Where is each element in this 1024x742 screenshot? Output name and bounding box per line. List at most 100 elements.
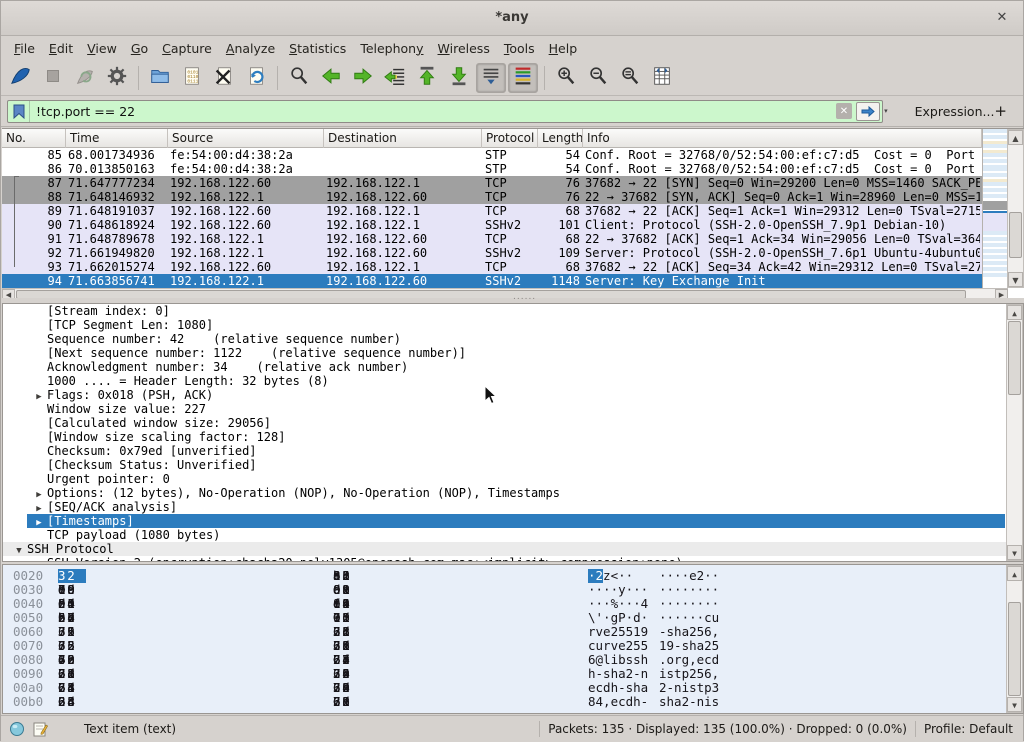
save-file-button[interactable]: 010101100111	[177, 63, 207, 93]
hex-row-0060[interactable]: 006072 76 65 32 35 35 31 392d 73 68 61 3…	[3, 625, 1023, 639]
scroll-down-icon[interactable]: ▼	[1008, 272, 1023, 287]
column-header-source[interactable]: Source	[168, 129, 324, 148]
detail-row-12[interactable]: Urgent pointer: 0	[3, 472, 1023, 486]
find-packet-button[interactable]	[284, 63, 314, 93]
menu-item-help[interactable]: Help	[542, 38, 585, 59]
packet-row-86[interactable]: 8670.013850163fe:54:00:d4:38:2aSTP54Conf…	[2, 162, 982, 176]
close-window-button[interactable]: ✕	[993, 9, 1011, 27]
scroll-thumb[interactable]	[1009, 212, 1022, 258]
detail-row-2[interactable]: Sequence number: 42 (relative sequence n…	[3, 332, 1023, 346]
menu-item-go[interactable]: Go	[124, 38, 155, 59]
scroll-down-icon[interactable]: ▼	[1007, 697, 1022, 712]
packet-row-88[interactable]: 8871.648146932192.168.122.1192.168.122.6…	[2, 190, 982, 204]
detail-row-14[interactable]: ▶[SEQ/ACK analysis]	[3, 500, 1023, 514]
details-vscrollbar[interactable]: ▲ ▼	[1006, 304, 1023, 561]
column-header-time[interactable]: Time	[66, 129, 168, 148]
hex-row-0070[interactable]: 007063 75 72 76 65 32 35 3531 39 2d 73 6…	[3, 639, 1023, 653]
column-header-no[interactable]: No.	[2, 129, 66, 148]
filter-history-dropdown[interactable]: ▾	[883, 100, 889, 123]
detail-row-16[interactable]: TCP payload (1080 bytes)	[3, 528, 1023, 542]
capture-comment-icon[interactable]	[33, 721, 48, 737]
scroll-down-icon[interactable]: ▼	[1007, 545, 1022, 560]
profile-status[interactable]: Profile: Default	[924, 722, 1013, 736]
bytes-vscrollbar[interactable]: ▲ ▼	[1006, 565, 1023, 713]
expression-button[interactable]: Expression...	[915, 104, 995, 119]
go-to-packet-button[interactable]	[380, 63, 410, 93]
detail-row-9[interactable]: [Window size scaling factor: 128]	[3, 430, 1023, 444]
intelligent-scrollbar-minimap[interactable]	[982, 129, 1008, 288]
display-filter-input[interactable]	[30, 104, 836, 119]
menu-item-analyze[interactable]: Analyze	[219, 38, 282, 59]
detail-row-15[interactable]: ▶[Timestamps]	[3, 514, 1023, 528]
auto-scroll-button[interactable]	[476, 63, 506, 93]
packet-row-92[interactable]: 9271.661949820192.168.122.1192.168.122.6…	[2, 246, 982, 260]
menu-item-tools[interactable]: Tools	[497, 38, 542, 59]
packet-row-93[interactable]: 9371.662015274192.168.122.60192.168.122.…	[2, 260, 982, 274]
scroll-up-icon[interactable]: ▲	[1007, 566, 1022, 581]
expander-collapsed-icon[interactable]: ▶	[31, 558, 47, 562]
packet-row-89[interactable]: 8971.648191037192.168.122.60192.168.122.…	[2, 204, 982, 218]
expert-info-icon[interactable]	[9, 721, 25, 737]
detail-row-0[interactable]: [Stream index: 0]	[3, 304, 1023, 318]
reload-file-button[interactable]	[241, 63, 271, 93]
hex-row-00b0[interactable]: 00b038 34 2c 65 63 64 68 2d73 68 61 32 2…	[3, 695, 1023, 709]
detail-row-3[interactable]: [Next sequence number: 1122 (relative se…	[3, 346, 1023, 360]
scroll-thumb[interactable]	[1008, 321, 1021, 395]
detail-row-18[interactable]: ▶SSH Version 2 (encryption:chacha20-poly…	[3, 556, 1023, 562]
restart-capture-button[interactable]	[70, 63, 100, 93]
hex-row-0040[interactable]: 0040a1 dd c1 25 00 00 04 3406 14 f5 e8 f…	[3, 597, 1023, 611]
title-bar[interactable]: *any ✕	[1, 1, 1023, 36]
go-to-top-button[interactable]	[412, 63, 442, 93]
packet-row-91[interactable]: 9171.648789678192.168.122.1192.168.122.6…	[2, 232, 982, 246]
hex-row-0080[interactable]: 008036 40 6c 69 62 73 73 682e 6f 72 67 2…	[3, 653, 1023, 667]
packet-row-87[interactable]: 8771.647777234192.168.122.60192.168.122.…	[2, 176, 982, 190]
zoom-in-button[interactable]	[551, 63, 581, 93]
detail-row-1[interactable]: [TCP Segment Len: 1080]	[3, 318, 1023, 332]
detail-row-6[interactable]: ▶Flags: 0x018 (PSH, ACK)	[3, 388, 1023, 402]
detail-row-5[interactable]: 1000 .... = Header Length: 32 bytes (8)	[3, 374, 1023, 388]
hex-row-00a0[interactable]: 00a065 63 64 68 2d 73 68 6132 2d 6e 69 7…	[3, 681, 1023, 695]
start-capture-button[interactable]	[6, 63, 36, 93]
filter-clear-icon[interactable]: ✕	[836, 103, 852, 119]
detail-row-8[interactable]: [Calculated window size: 29056]	[3, 416, 1023, 430]
capture-options-button[interactable]	[102, 63, 132, 93]
zoom-reset-button[interactable]	[615, 63, 645, 93]
go-to-bottom-button[interactable]	[444, 63, 474, 93]
filter-apply-button[interactable]	[856, 102, 880, 121]
detail-row-11[interactable]: [Checksum Status: Unverified]	[3, 458, 1023, 472]
column-header-length[interactable]: Length	[538, 129, 583, 148]
column-header-destination[interactable]: Destination	[324, 129, 482, 148]
hex-row-0020[interactable]: 0020c0 a8 7a 3c 00 16 93 3285 a3 ac c0 6…	[3, 569, 1023, 583]
detail-row-10[interactable]: Checksum: 0x79ed [unverified]	[3, 444, 1023, 458]
close-file-button[interactable]	[209, 63, 239, 93]
stop-capture-button[interactable]	[38, 63, 68, 93]
menu-item-capture[interactable]: Capture	[155, 38, 219, 59]
menu-item-file[interactable]: File	[7, 38, 42, 59]
menu-item-view[interactable]: View	[80, 38, 124, 59]
scroll-thumb[interactable]	[1008, 602, 1021, 696]
resize-columns-button[interactable]	[647, 63, 677, 93]
packet-list-vscrollbar[interactable]: ▲ ▼	[1007, 129, 1024, 288]
scroll-up-icon[interactable]: ▲	[1008, 130, 1023, 145]
menu-item-wireless[interactable]: Wireless	[431, 38, 497, 59]
zoom-out-button[interactable]	[583, 63, 613, 93]
hex-row-0050[interactable]: 00505c 27 b2 67 50 ad 64 981d 92 00 00 0…	[3, 611, 1023, 625]
colorize-button[interactable]	[508, 63, 538, 93]
open-file-button[interactable]	[145, 63, 175, 93]
scroll-up-icon[interactable]: ▲	[1007, 305, 1022, 320]
packet-row-85[interactable]: 8568.001734936fe:54:00:d4:38:2aSTP54Conf…	[2, 148, 982, 162]
add-filter-button[interactable]: +	[994, 102, 1007, 120]
detail-row-17[interactable]: ▼SSH Protocol	[3, 542, 1023, 556]
menu-item-edit[interactable]: Edit	[42, 38, 80, 59]
detail-row-7[interactable]: Window size value: 227	[3, 402, 1023, 416]
menu-item-statistics[interactable]: Statistics	[282, 38, 353, 59]
go-forward-button[interactable]	[348, 63, 378, 93]
go-back-button[interactable]	[316, 63, 346, 93]
detail-row-13[interactable]: ▶Options: (12 bytes), No-Operation (NOP)…	[3, 486, 1023, 500]
hex-row-0030[interactable]: 003080 18 00 e3 79 ed 00 0001 01 08 0a d…	[3, 583, 1023, 597]
detail-row-4[interactable]: Acknowledgment number: 34 (relative ack …	[3, 360, 1023, 374]
column-header-protocol[interactable]: Protocol	[482, 129, 538, 148]
packet-row-94[interactable]: 9471.663856741192.168.122.1192.168.122.6…	[2, 274, 982, 288]
menu-item-telephony[interactable]: Telephony	[353, 38, 430, 59]
hex-row-0090[interactable]: 009068 2d 73 68 61 32 2d 6e69 73 74 70 3…	[3, 667, 1023, 681]
